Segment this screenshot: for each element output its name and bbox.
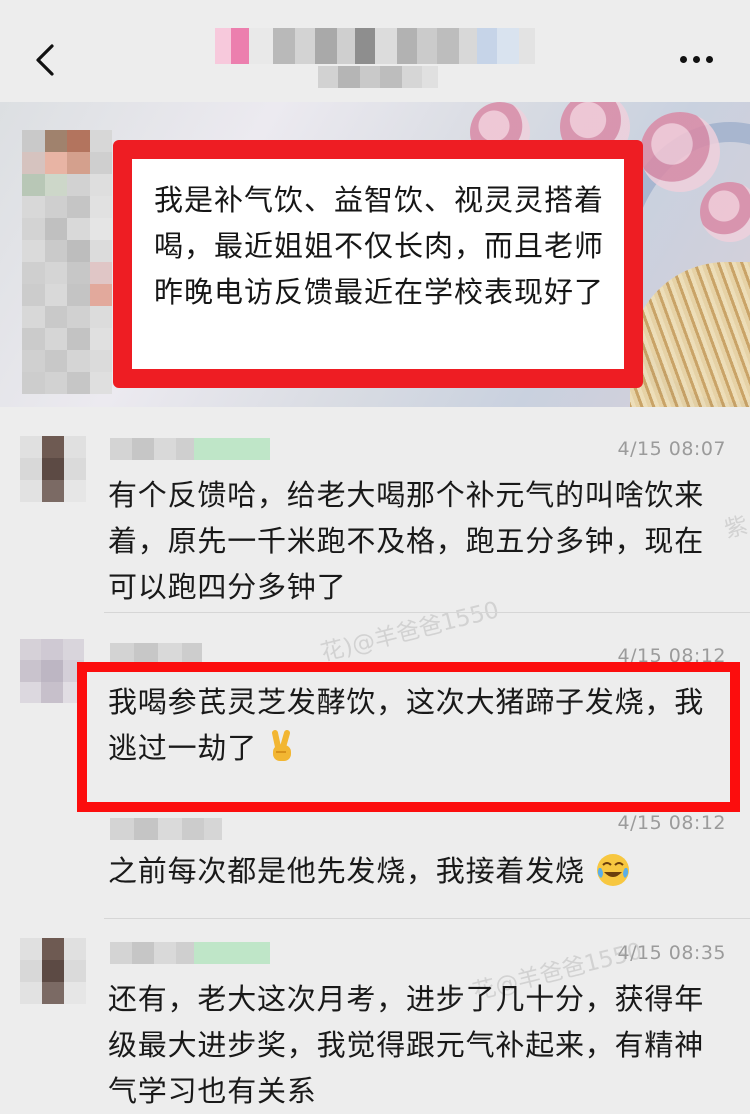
avatar-blurred [20,436,86,502]
message-timestamp: 4/15 08:35 [617,942,726,964]
pinned-avatar-blurred [22,130,112,407]
avatar-blurred [20,938,86,1004]
pinned-message-text: 我是补气饮、益智饮、视灵灵搭着喝，最近姐姐不仅长肉，而且老师昨晚电访反馈最近在学… [132,159,624,369]
chat-subtitle-blurred [318,66,438,88]
message-timestamp: 4/15 08:07 [617,438,726,460]
message-text: 有个反馈哈，给老大喝那个补元气的叫啥饮来着，原先一千米跑不及格，跑五分多钟，现在… [108,478,705,604]
divider [104,612,750,613]
message-highlight-box [77,662,740,812]
more-options-icon[interactable] [676,50,716,70]
message-text-content: 之前每次都是他先发烧，我接着发烧 [108,854,585,888]
message-timestamp: 4/15 08:12 [617,812,726,834]
sender-name-blurred [110,818,222,840]
message-item[interactable]: 4/15 08:35 还有，老大这次月考，进步了几十分，获得年级最大进步奖，我觉… [0,930,750,1108]
message-item[interactable]: 4/15 08:12 之前每次都是他先发烧，我接着发烧 [0,808,750,918]
pinned-quote-card: 我是补气饮、益智饮、视灵灵搭着喝，最近姐姐不仅长肉，而且老师昨晚电访反馈最近在学… [0,102,750,407]
chat-title-blurred [215,28,545,64]
divider [104,918,750,919]
back-arrow-icon[interactable] [28,40,68,80]
message-text: 之前每次都是他先发烧，我接着发烧 [108,848,728,894]
laughing-crying-face-emoji-icon [596,854,629,886]
sender-name-blurred [110,942,270,964]
chat-header [0,0,750,102]
message-text: 还有，老大这次月考，进步了几十分，获得年级最大进步奖，我觉得跟元气补起来，有精神… [108,982,705,1108]
pinned-message-highlight: 我是补气饮、益智饮、视灵灵搭着喝，最近姐姐不仅长肉，而且老师昨晚电访反馈最近在学… [113,140,643,388]
message-item[interactable]: 4/15 08:07 有个反馈哈，给老大喝那个补元气的叫啥饮来着，原先一千米跑不… [0,428,750,608]
avatar-blurred [20,639,84,703]
decor-rose [640,112,720,192]
sender-name-blurred [110,438,270,460]
